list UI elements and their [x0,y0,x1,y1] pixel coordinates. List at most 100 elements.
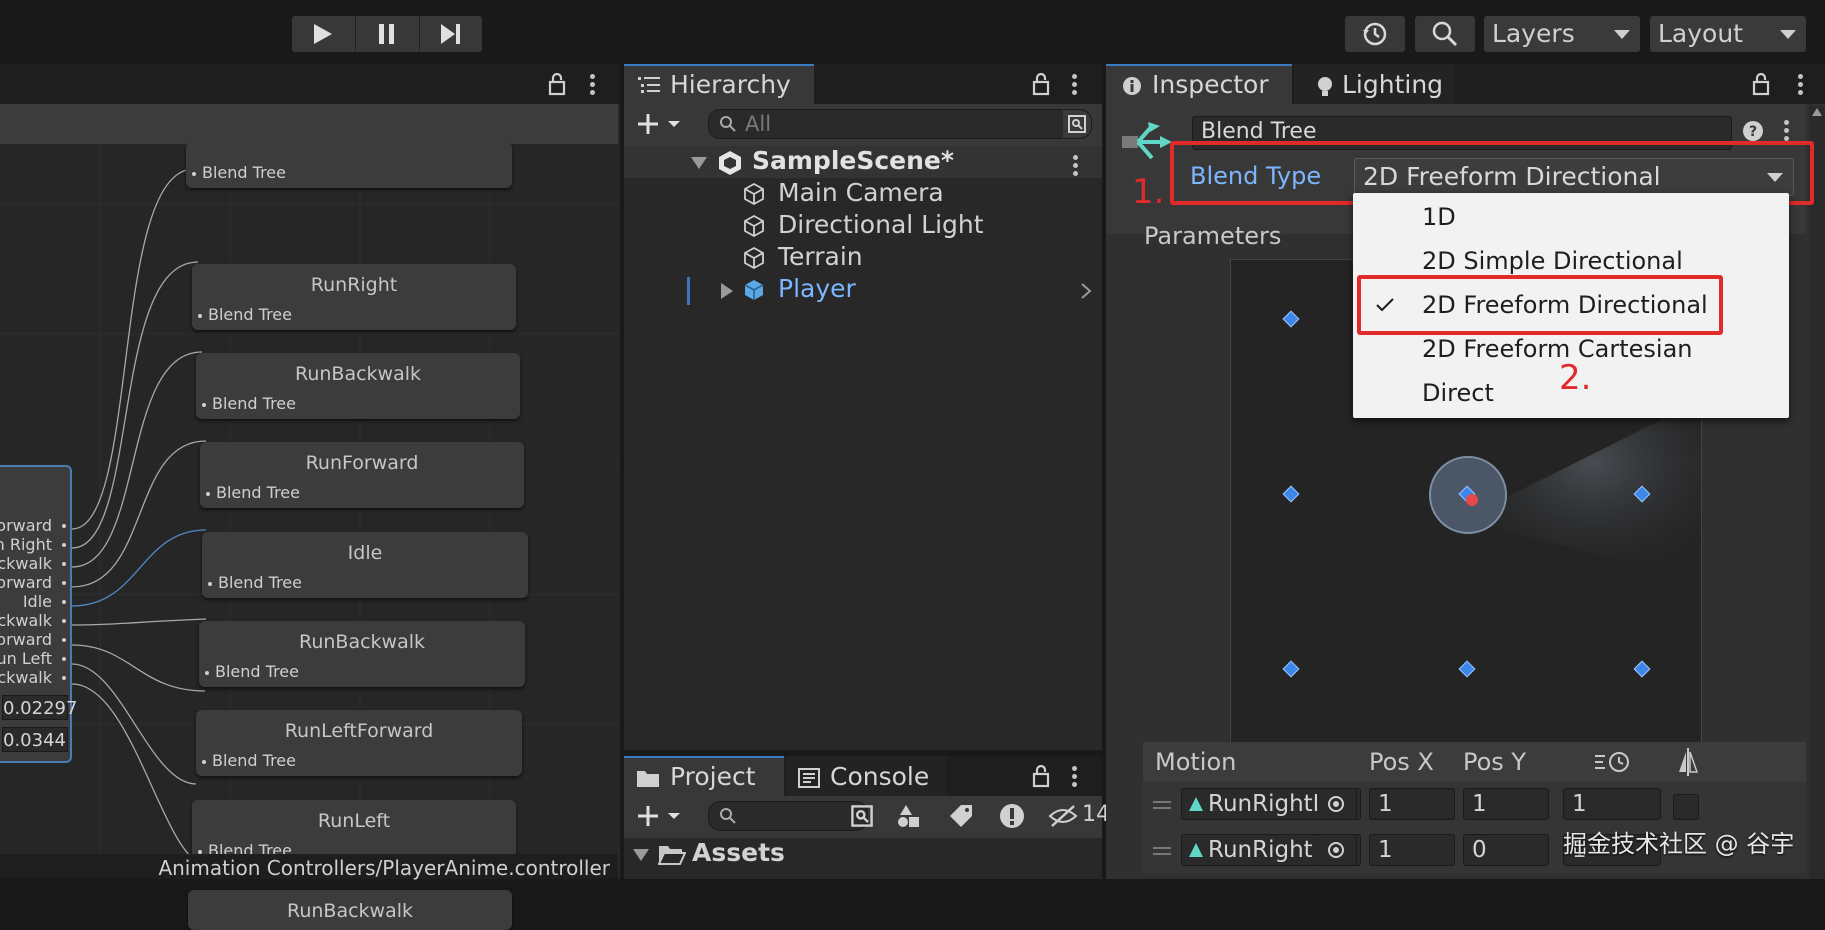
layers-label: Layers [1492,19,1575,48]
current-blend-position[interactable] [1466,494,1478,506]
param-row: ckwalk [0,611,52,630]
object-picker-icon [1328,842,1344,858]
mirror-checkbox[interactable] [1673,794,1699,820]
parameter-list-node[interactable]: orward n Right ckwalk orward Idle ckwalk… [0,465,77,763]
expand-arrow-icon[interactable] [690,156,708,170]
param-value-field[interactable]: 0.02297 [2,695,77,720]
chevron-right-icon[interactable] [1080,282,1092,300]
blend-tree-node[interactable]: Idle Blend Tree [202,532,528,598]
animator-status-bar: Animation Controllers/PlayerAnime.contro… [0,854,618,880]
param-row: orward [0,630,52,649]
hierarchy-item-player[interactable]: Player [624,274,1102,306]
tab-inspector[interactable]: Inspector [1106,64,1292,104]
inspector-tabbar: Inspector Lighting [1106,64,1825,104]
hierarchy-item[interactable]: Terrain [624,242,1102,274]
inspector-scrollbar[interactable] [1809,106,1825,879]
create-button[interactable] [634,108,686,140]
mirror-icon [1679,748,1699,776]
hierarchy-search-input[interactable]: All [708,109,1092,139]
hierarchy-item[interactable]: Directional Light [624,210,1102,242]
layout-dropdown[interactable]: Layout [1650,16,1806,52]
pos-x-field[interactable]: 1 [1369,834,1455,866]
playback-controls [292,16,482,52]
pos-x-value: 1 [1378,791,1393,817]
lock-icon[interactable] [548,72,566,96]
blend-tree-node[interactable]: RunLeftForward Blend Tree [196,710,522,776]
speed-field[interactable]: 1 [1563,788,1661,820]
blend-tree-node[interactable]: RunForward Blend Tree [200,442,524,508]
step-button[interactable] [420,16,482,52]
layers-dropdown[interactable]: Layers [1484,16,1640,52]
project-panel: Project Console 14 Assets [624,756,1110,879]
hierarchy-item[interactable]: Main Camera [624,178,1102,210]
history-button[interactable] [1345,16,1405,52]
create-asset-button[interactable] [634,800,686,832]
tab-lighting[interactable]: Lighting [1294,64,1454,104]
motion-row[interactable]: RunRightFor 1 1 1 [1143,782,1806,828]
more-options-icon[interactable] [1072,71,1078,98]
expand-arrow-icon[interactable] [632,848,650,862]
folder-icon [637,771,659,787]
node-title: RunLeft [317,810,391,832]
object-picker-button[interactable] [1317,834,1357,866]
tab-hierarchy[interactable]: Hierarchy [624,64,814,104]
list-icon [638,77,660,93]
pos-x-field[interactable]: 1 [1369,788,1455,820]
menu-item-label: Direct [1422,379,1494,407]
lock-icon[interactable] [1752,72,1770,96]
scroll-up-icon[interactable] [1812,108,1822,116]
blend-tree-node[interactable]: RunBackwalk [188,890,512,930]
project-search-input[interactable] [708,801,868,831]
blend-tree-node[interactable]: RunBackwalk Blend Tree [199,621,525,687]
step-icon [441,24,460,44]
component-menu-icon[interactable] [1784,117,1790,144]
search-by-type-button[interactable] [1063,110,1091,138]
warning-filter-icon[interactable] [998,802,1026,830]
node-title: RunBackwalk [286,900,414,922]
more-options-icon[interactable] [1072,763,1078,790]
annotation-box-2 [1357,275,1723,335]
tab-project[interactable]: Project [624,756,784,796]
hierarchy-item-label: Directional Light [778,210,984,239]
history-icon [1363,22,1387,46]
play-button[interactable] [292,16,354,52]
hidden-eye-icon[interactable] [1048,804,1078,828]
drag-handle-icon[interactable] [1153,846,1171,856]
expand-arrow-icon[interactable] [720,282,734,300]
node-title: Idle [347,542,383,564]
node-subtitle: Blend Tree [202,163,286,182]
gameobject-cube-icon [744,214,764,238]
more-options-icon[interactable] [1798,71,1804,98]
pos-y-field[interactable]: 1 [1463,788,1549,820]
pos-y-field[interactable]: 0 [1463,834,1549,866]
drag-handle-icon[interactable] [1153,800,1171,810]
scene-row[interactable]: SampleScene* [624,146,1102,178]
more-options-icon[interactable] [590,71,596,98]
object-picker-button[interactable] [1317,788,1357,820]
help-icon[interactable]: ? [1742,120,1764,142]
pos-x-header: Pos X [1369,748,1434,776]
assets-folder-row[interactable]: Assets [624,838,1102,870]
search-by-type-icon[interactable] [850,804,874,828]
shapes-filter-icon[interactable] [896,803,922,829]
scene-menu-icon[interactable] [1073,152,1079,179]
param-value-field[interactable]: 0.0344 [2,727,68,752]
animator-panel: Blend Tree RunRight Blend Tree RunBackwa… [0,64,620,930]
pause-icon [379,24,394,44]
tab-label: Console [830,762,930,791]
search-icon [1432,21,1458,47]
layout-label: Layout [1658,19,1743,48]
annotation-number-1: 1. [1132,172,1165,212]
lock-icon[interactable] [1032,764,1050,788]
menu-item-1d[interactable]: 1D [1353,193,1789,237]
blend-tree-node[interactable]: RunRight Blend Tree [192,264,516,330]
hierarchy-toolbar: All [624,104,1102,146]
search-button[interactable] [1415,16,1475,52]
tab-console[interactable]: Console [786,756,946,796]
speed-value: 1 [1572,791,1587,817]
blend-tree-node[interactable]: RunBackwalk Blend Tree [196,353,520,419]
pause-button[interactable] [356,16,418,52]
blend-tree-node[interactable]: Blend Tree [186,142,512,188]
lock-icon[interactable] [1032,72,1050,96]
tag-icon[interactable] [948,803,974,829]
